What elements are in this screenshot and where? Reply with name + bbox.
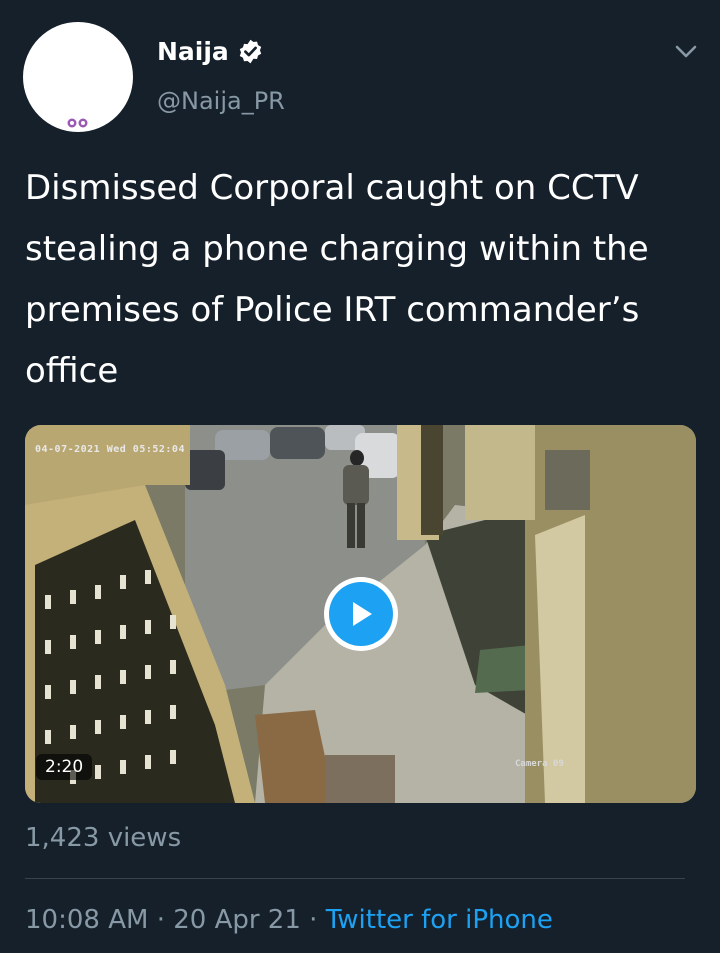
meta-separator: · xyxy=(309,905,318,935)
play-button[interactable] xyxy=(324,577,398,651)
chevron-down-icon[interactable] xyxy=(672,40,700,62)
tweet-meta: 10:08 AM · 20 Apr 21 · Twitter for iPhon… xyxy=(25,905,553,935)
play-icon xyxy=(353,602,372,626)
play-button-inner xyxy=(329,582,393,646)
author-handle[interactable]: @Naija_PR xyxy=(157,87,285,115)
cctv-timestamp: 04-07-2021 Wed 05:52:04 xyxy=(35,444,185,455)
video-duration-badge: 2:20 xyxy=(36,754,93,780)
avatar-glasses-graphic xyxy=(67,118,88,128)
view-count: 1,423 views xyxy=(25,823,182,853)
divider xyxy=(25,878,685,879)
tweet-time[interactable]: 10:08 AM xyxy=(25,905,148,935)
author-display-name[interactable]: Naija xyxy=(157,37,229,66)
cctv-camera-label: Camera 09 xyxy=(515,759,564,769)
meta-separator: · xyxy=(156,905,165,935)
tweet-source-link[interactable]: Twitter for iPhone xyxy=(326,905,553,935)
tweet-text: Dismissed Corporal caught on CCTV steali… xyxy=(25,168,649,391)
author-name-row[interactable]: Naija xyxy=(157,37,264,66)
tweet-date[interactable]: 20 Apr 21 xyxy=(173,905,301,935)
video-player[interactable]: 04-07-2021 Wed 05:52:04 Camera 09 2:20 xyxy=(25,425,696,803)
verified-badge-icon xyxy=(239,39,261,64)
avatar[interactable] xyxy=(23,22,133,132)
